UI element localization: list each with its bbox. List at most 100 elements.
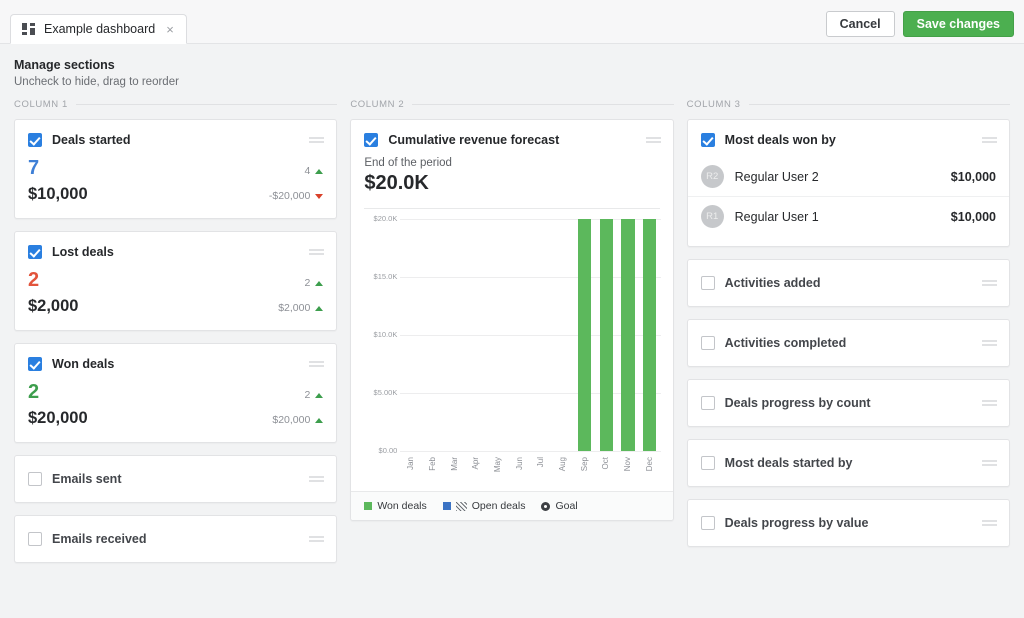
- x-axis-tick-label: Mar: [449, 457, 459, 471]
- metric-amount: $10,000: [28, 185, 88, 203]
- arrow-up-icon: [315, 168, 324, 174]
- section-card[interactable]: Activities completed: [686, 319, 1010, 367]
- x-axis-tick-label: Oct: [601, 457, 611, 470]
- legend-label: Open deals: [471, 500, 526, 512]
- legend-item[interactable]: Open deals: [442, 500, 526, 512]
- metrics: 2 2 $2,000 $2,000: [15, 269, 336, 330]
- checkbox-unchecked[interactable]: [700, 336, 715, 350]
- amount-delta-value: -$20,000: [268, 190, 311, 202]
- checkbox-checked[interactable]: [28, 133, 42, 147]
- section-card[interactable]: Activities added: [686, 259, 1010, 307]
- drag-handle-icon[interactable]: [309, 247, 325, 257]
- x-tick: Apr: [465, 457, 487, 493]
- page-header: Manage sections Uncheck to hide, drag to…: [0, 44, 1024, 98]
- x-axis-tick-label: Sep: [579, 457, 589, 472]
- section-card[interactable]: Deals progress by value: [686, 499, 1010, 547]
- drag-handle-icon[interactable]: [981, 135, 997, 145]
- card-header: Deals started: [15, 120, 336, 157]
- page-subtitle: Uncheck to hide, drag to reorder: [14, 76, 179, 88]
- column-header: COLUMN 2: [350, 98, 674, 110]
- column-1: COLUMN 1 Deals started 7 4 $10,000 -$20,000 Lo…: [14, 98, 338, 575]
- bar-slot: [400, 219, 422, 451]
- bar[interactable]: [621, 219, 635, 451]
- x-tick: Nov: [617, 457, 639, 493]
- section-card[interactable]: Won deals 2 2 $20,000 $20,000: [14, 343, 338, 443]
- drag-handle-icon[interactable]: [309, 534, 325, 544]
- x-axis-tick-label: Jun: [514, 457, 524, 470]
- count-delta: 4: [304, 165, 324, 177]
- card-title: Activities completed: [724, 336, 847, 350]
- x-tick: Sep: [574, 457, 596, 493]
- checkbox-unchecked[interactable]: [700, 276, 715, 290]
- drag-handle-icon[interactable]: [309, 474, 325, 484]
- legend-item[interactable]: Won deals: [364, 500, 427, 512]
- section-card[interactable]: Most deals won by R2 Regular User 2 $10,000…: [686, 119, 1010, 247]
- drag-handle-icon[interactable]: [981, 518, 997, 528]
- checkbox-checked[interactable]: [28, 357, 42, 371]
- checkbox-unchecked[interactable]: [700, 456, 715, 470]
- legend-item[interactable]: Goal: [541, 500, 578, 512]
- metric-row-count: 22: [28, 269, 324, 291]
- metrics: 2 2 $20,000 $20,000: [15, 381, 336, 442]
- column-header: COLUMN 1: [14, 98, 338, 110]
- bar[interactable]: [599, 219, 614, 451]
- metric-count: 7: [28, 157, 40, 179]
- card-header: Emails sent: [15, 456, 336, 502]
- section-card[interactable]: Deals progress by count: [686, 379, 1010, 427]
- checkbox-checked[interactable]: [364, 133, 379, 147]
- section-card[interactable]: Cumulative revenue forecast End of the pe…: [350, 119, 674, 521]
- bar[interactable]: [643, 219, 657, 451]
- checkbox-unchecked[interactable]: [700, 516, 715, 530]
- legend-swatch-icon: [364, 502, 373, 510]
- card-header: Won deals: [15, 344, 336, 381]
- drag-handle-icon[interactable]: [981, 458, 997, 468]
- legend-label: Goal: [555, 500, 578, 512]
- drag-handle-icon[interactable]: [981, 338, 997, 348]
- arrow-up-icon: [315, 392, 324, 398]
- section-card[interactable]: Most deals started by: [686, 439, 1010, 487]
- card-title: Won deals: [52, 357, 115, 371]
- bar[interactable]: [577, 219, 592, 451]
- card-title: Lost deals: [52, 245, 114, 259]
- user-value: $10,000: [950, 209, 996, 224]
- column-label: COLUMN 3: [686, 98, 741, 110]
- checkbox-checked[interactable]: [28, 245, 42, 259]
- x-tick: Feb: [422, 457, 444, 493]
- column-2: COLUMN 2 Cumulative revenue forecast End o…: [350, 98, 674, 533]
- checkbox-unchecked[interactable]: [700, 396, 715, 410]
- drag-handle-icon[interactable]: [981, 398, 997, 408]
- drag-handle-icon[interactable]: [645, 135, 661, 145]
- close-icon[interactable]: ×: [164, 23, 176, 36]
- card-header: Lost deals: [15, 232, 336, 269]
- checkbox-unchecked[interactable]: [28, 472, 42, 486]
- user-list: R2 Regular User 2 $10,000 R1 Regular User 1 $…: [687, 157, 1009, 246]
- divider: [748, 103, 1010, 105]
- section-card[interactable]: Lost deals 2 2 $2,000 $2,000: [14, 231, 338, 331]
- chart-legend: Won deals Open deals Goal: [351, 491, 673, 520]
- drag-handle-icon[interactable]: [309, 135, 325, 145]
- section-card[interactable]: Emails sent: [14, 455, 338, 503]
- bar-slot: [465, 219, 487, 451]
- checkbox-unchecked[interactable]: [28, 532, 42, 546]
- list-item[interactable]: R1 Regular User 1 $10,000: [687, 196, 1009, 236]
- drag-handle-icon[interactable]: [981, 278, 997, 288]
- metric-count: 2: [28, 381, 40, 403]
- x-tick: Jan: [400, 457, 422, 493]
- card-title: Deals started: [52, 133, 131, 147]
- legend-swatch-icon: [442, 502, 451, 510]
- user-name: Regular User 2: [734, 169, 819, 184]
- section-card[interactable]: Emails received: [14, 515, 338, 563]
- amount-delta: -$20,000: [268, 190, 324, 202]
- section-card[interactable]: Deals started 7 4 $10,000 -$20,000: [14, 119, 338, 219]
- x-axis-tick-label: Aug: [557, 457, 567, 472]
- cancel-button[interactable]: Cancel: [825, 11, 895, 37]
- dashboard-tab[interactable]: Example dashboard ×: [10, 14, 187, 44]
- drag-handle-icon[interactable]: [309, 359, 325, 369]
- card-header: Deals progress by count: [688, 380, 1009, 426]
- list-item[interactable]: R2 Regular User 2 $10,000: [688, 157, 1009, 196]
- checkbox-checked[interactable]: [700, 133, 715, 147]
- amount-delta: $2,000: [278, 302, 324, 314]
- bar-slot: [574, 219, 596, 451]
- dashboard-grid-icon: [22, 23, 35, 35]
- save-changes-button[interactable]: Save changes: [902, 11, 1014, 37]
